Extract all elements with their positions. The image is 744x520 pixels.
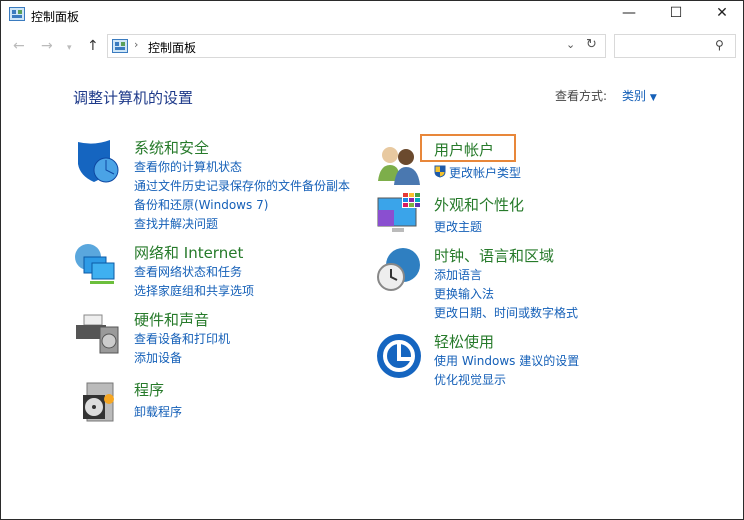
link-backup-restore[interactable]: 备份和还原(Windows 7) <box>134 196 268 213</box>
search-input[interactable]: ⚲ <box>614 34 736 58</box>
link-change-account-type[interactable]: 更改帐户类型 <box>449 164 521 181</box>
category-programs[interactable]: 程序 <box>134 379 164 400</box>
programs-icon <box>83 382 114 422</box>
maximize-button[interactable]: ☐ <box>661 5 691 21</box>
link-add-device[interactable]: 添加设备 <box>134 349 182 366</box>
category-clock-language-region[interactable]: 时钟、语言和区域 <box>434 245 554 266</box>
view-by-label: 查看方式: <box>555 89 608 103</box>
breadcrumb-control-panel[interactable]: 控制面板 <box>148 39 196 56</box>
category-network-internet[interactable]: 网络和 Internet <box>134 242 243 263</box>
control-panel-icon <box>9 7 25 21</box>
printer-speaker-icon <box>76 314 119 354</box>
link-add-language[interactable]: 添加语言 <box>434 266 482 283</box>
link-change-date-time-format[interactable]: 更改日期、时间或数字格式 <box>434 304 578 321</box>
network-icon <box>75 244 115 284</box>
control-panel-window: 控制面板 — ☐ ✕ ← → ▾ ↑ › 控制面板 ⌄ ↻ ⚲ 调整计算机的设置… <box>0 0 744 520</box>
back-button[interactable]: ← <box>13 38 25 54</box>
view-by-value: 类别 <box>622 89 647 103</box>
link-change-input-method[interactable]: 更换输入法 <box>434 285 494 302</box>
control-panel-icon <box>112 39 128 53</box>
category-user-accounts[interactable]: 用户帐户 <box>434 139 494 160</box>
user-accounts-icon <box>378 147 420 185</box>
link-devices-printers[interactable]: 查看设备和打印机 <box>134 330 230 347</box>
recent-dropdown-icon[interactable]: ▾ <box>67 43 72 53</box>
link-network-status[interactable]: 查看网络状态和任务 <box>134 263 242 280</box>
breadcrumb-chevron-icon: › <box>134 38 139 51</box>
category-ease-of-access[interactable]: 轻松使用 <box>434 331 494 352</box>
page-title: 调整计算机的设置 <box>73 89 194 107</box>
link-file-history[interactable]: 通过文件历史记录保存你的文件备份副本 <box>134 177 350 194</box>
minimize-button[interactable]: — <box>614 5 644 21</box>
forward-button[interactable]: → <box>41 38 53 54</box>
address-dropdown-icon[interactable]: ⌄ <box>566 38 575 51</box>
clock-globe-icon <box>377 248 420 291</box>
link-view-computer-status[interactable]: 查看你的计算机状态 <box>134 158 242 175</box>
category-hardware-sound[interactable]: 硬件和声音 <box>134 309 209 330</box>
link-optimize-visual-display[interactable]: 优化视觉显示 <box>434 371 506 388</box>
link-change-theme[interactable]: 更改主题 <box>434 218 482 235</box>
link-uninstall-program[interactable]: 卸载程序 <box>134 403 182 420</box>
shield-icon <box>78 140 119 183</box>
window-title: 控制面板 <box>31 10 80 24</box>
personalization-icon <box>377 192 420 232</box>
view-by-dropdown[interactable]: 类别 ▼ <box>622 87 657 104</box>
refresh-button[interactable]: ↻ <box>586 37 597 52</box>
link-recommended-settings[interactable]: 使用 Windows 建议的设置 <box>434 352 579 369</box>
ease-of-access-icon <box>377 334 421 378</box>
search-icon: ⚲ <box>715 38 724 52</box>
category-system-security[interactable]: 系统和安全 <box>134 137 209 158</box>
up-button[interactable]: ↑ <box>87 38 99 54</box>
address-bar[interactable]: › 控制面板 ⌄ ↻ <box>107 34 606 58</box>
close-button[interactable]: ✕ <box>707 5 737 21</box>
link-troubleshoot[interactable]: 查找并解决问题 <box>134 215 218 232</box>
uac-shield-icon <box>434 165 446 178</box>
link-homegroup[interactable]: 选择家庭组和共享选项 <box>134 282 254 299</box>
category-appearance-personalization[interactable]: 外观和个性化 <box>434 194 524 215</box>
